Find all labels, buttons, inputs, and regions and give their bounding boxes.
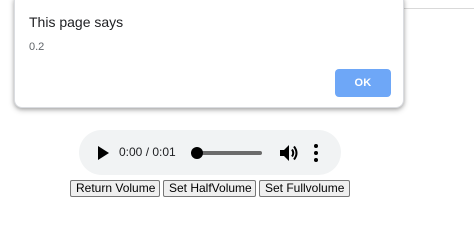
audio-player[interactable]: 0:00 / 0:01	[79, 130, 341, 175]
set-half-volume-button[interactable]: Set HalfVolume	[163, 180, 256, 197]
volume-icon[interactable]	[279, 144, 299, 162]
dialog-message: 0.2	[29, 41, 45, 53]
page-top-divider	[404, 8, 474, 9]
set-full-volume-button[interactable]: Set Fullvolume	[259, 180, 350, 197]
dialog-title: This page says	[29, 14, 124, 30]
page: This page says 0.2 OK 0:00 / 0:01 Return…	[0, 0, 474, 220]
more-vertical-icon[interactable]	[312, 143, 320, 163]
time-display: 0:00 / 0:01	[119, 145, 176, 159]
play-icon[interactable]	[97, 146, 109, 160]
alert-dialog: This page says 0.2 OK	[14, 0, 404, 108]
seek-slider[interactable]	[191, 147, 262, 159]
ok-button[interactable]: OK	[335, 69, 391, 97]
seek-thumb[interactable]	[191, 147, 203, 159]
return-volume-button[interactable]: Return Volume	[70, 180, 160, 197]
